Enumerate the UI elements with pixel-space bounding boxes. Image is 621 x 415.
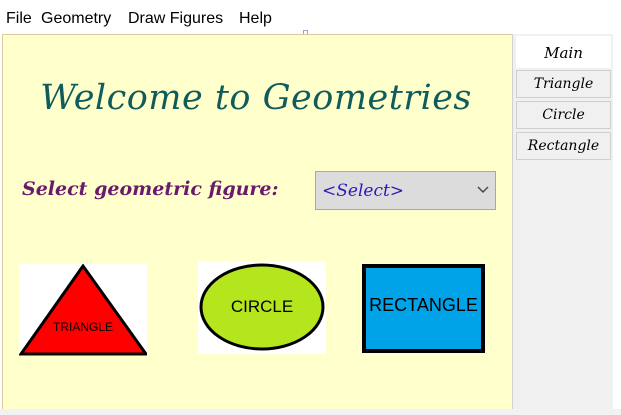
tab-triangle[interactable]: Triangle — [516, 70, 611, 98]
circle-figure[interactable]: CIRCLE — [198, 261, 326, 354]
rectangle-label: RECTANGLE — [369, 295, 478, 315]
menu-draw-figures[interactable]: Draw Figures — [128, 9, 223, 29]
triangle-shape — [19, 264, 147, 356]
rectangle-figure[interactable]: RECTANGLE — [362, 264, 485, 353]
circle-label: CIRCLE — [230, 297, 294, 316]
window-bottom-edge — [0, 409, 621, 415]
triangle-label: TRIANGLE — [52, 320, 113, 334]
tab-rectangle[interactable]: Rectangle — [516, 132, 611, 160]
tab-main[interactable]: Main — [516, 36, 611, 68]
welcome-heading: Welcome to Geometries — [40, 78, 472, 118]
tab-strip: Main Triangle Circle Rectangle — [512, 34, 614, 409]
select-figure-label: Select geometric figure: — [22, 178, 279, 200]
menu-bar: File Geometry Draw Figures Help — [0, 0, 613, 34]
select-value: <Select> — [322, 181, 405, 201]
figure-select-dropdown[interactable]: <Select> — [315, 171, 496, 210]
menu-file[interactable]: File — [6, 9, 32, 29]
window-right-edge — [613, 0, 621, 415]
menu-help[interactable]: Help — [239, 9, 272, 29]
chevron-down-icon — [477, 186, 489, 193]
menu-geometry[interactable]: Geometry — [41, 9, 111, 29]
tab-circle[interactable]: Circle — [516, 101, 611, 129]
triangle-figure[interactable]: TRIANGLE — [19, 264, 147, 356]
